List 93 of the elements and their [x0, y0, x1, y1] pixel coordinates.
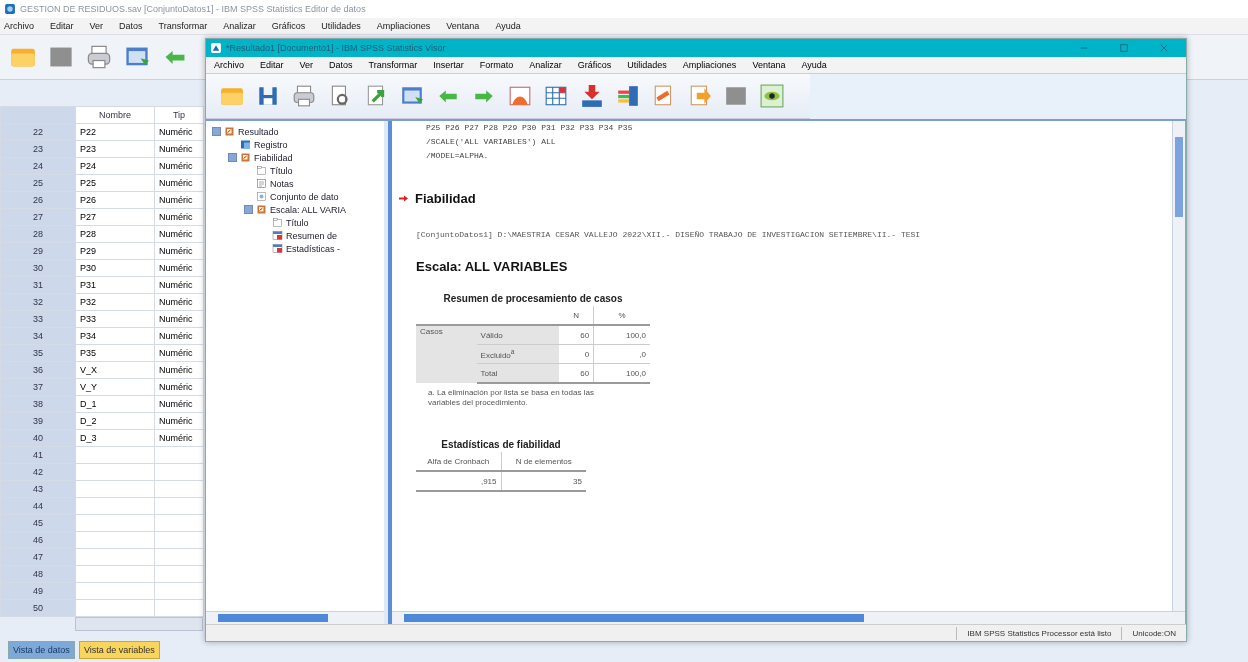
- menu-item[interactable]: Archivo: [4, 21, 34, 31]
- menu-item[interactable]: Transformar: [158, 21, 208, 31]
- log-icon: [240, 139, 251, 150]
- menu-item[interactable]: Analizar: [529, 60, 562, 70]
- color-bars-icon[interactable]: [616, 84, 640, 108]
- table-cell: ,915: [416, 471, 501, 491]
- horizontal-scrollbar[interactable]: [206, 611, 384, 624]
- menu-item[interactable]: Formato: [479, 60, 514, 70]
- arrow-icon[interactable]: [398, 193, 409, 204]
- syntax-line: /SCALE('ALL VARIABLES') ALL: [425, 136, 557, 148]
- column-header[interactable]: Tip: [154, 106, 204, 124]
- menu-item[interactable]: Transformar: [368, 60, 418, 70]
- menu-item[interactable]: Gráficos: [577, 60, 612, 70]
- dataset-path: [ConjuntoDatos1] D:\MAESTRIA CESAR VALLEJO 2022\XII.- DISEÑO TRABAJO DE INVESTIGACION SETIEMBRE\II.- TESI: [416, 230, 922, 239]
- table-cell: ,0: [593, 344, 650, 364]
- outline-item[interactable]: Título: [270, 165, 293, 176]
- menu-item[interactable]: Ayuda: [801, 60, 827, 70]
- column-header[interactable]: Nombre: [75, 106, 155, 124]
- table-cell: 60: [559, 363, 594, 383]
- grid-icon[interactable]: [544, 84, 568, 108]
- window-title: *Resultado1 [Documento1] - IBM SPSS Statistics Visor: [226, 43, 446, 53]
- app-icon[interactable]: [210, 42, 222, 54]
- save-icon[interactable]: [256, 84, 280, 108]
- menu-item[interactable]: Analizar: [223, 21, 256, 31]
- chart-icon[interactable]: [508, 84, 532, 108]
- outline-item[interactable]: Notas: [270, 178, 294, 189]
- menu-item[interactable]: Ampliaciones: [682, 60, 737, 70]
- syntax-line: P25 P26 P27 P28 P29 P30 P31 P32 P33 P34 P35: [425, 122, 634, 134]
- eye-icon[interactable]: [760, 84, 784, 108]
- close-icon[interactable]: [1158, 42, 1170, 54]
- column-header: Alfa de Cronbach: [416, 452, 501, 471]
- maximize-icon[interactable]: [1118, 42, 1130, 54]
- outline-item[interactable]: Conjunto de dato: [270, 191, 339, 202]
- subsection-heading: Escala: ALL VARIABLES: [416, 259, 569, 274]
- book-icon: [256, 204, 267, 215]
- view-tab[interactable]: Vista de variables: [78, 641, 160, 659]
- menu-item[interactable]: Ventana: [752, 60, 786, 70]
- table-cell: 60: [559, 325, 594, 345]
- menu-item[interactable]: Ventana: [446, 21, 480, 31]
- outline-item[interactable]: Resultado: [238, 126, 279, 137]
- menu-item[interactable]: Ayuda: [495, 21, 521, 31]
- menu-item[interactable]: Gráficos: [271, 21, 306, 31]
- title-icon: [256, 165, 267, 176]
- dataset-icon: [256, 191, 267, 202]
- outline-item[interactable]: Registro: [254, 139, 288, 150]
- menu-item[interactable]: Ver: [89, 21, 104, 31]
- table-icon: [272, 230, 283, 241]
- table-title: Resumen de procesamiento de casos: [442, 292, 624, 306]
- print-icon[interactable]: [86, 44, 112, 70]
- outline-item[interactable]: Fiabilidad: [254, 152, 293, 163]
- print-icon[interactable]: [292, 84, 316, 108]
- view-tab[interactable]: Vista de datos: [8, 641, 75, 659]
- section-heading: Fiabilidad: [415, 191, 476, 206]
- table-cell: 35: [501, 471, 586, 491]
- table-title: Estadísticas de fiabilidad: [440, 438, 562, 452]
- outline-item[interactable]: Escala: ALL VARIA: [270, 204, 347, 215]
- title-icon: [272, 217, 283, 228]
- app-icon[interactable]: [4, 3, 16, 15]
- menu-item[interactable]: Editar: [260, 60, 284, 70]
- menu-item[interactable]: Editar: [50, 21, 74, 31]
- column-header: N: [559, 306, 594, 325]
- outline-item[interactable]: Estadísticas -: [286, 243, 341, 254]
- column-header: N de elementos: [501, 452, 586, 471]
- status-text: Unicode:ON: [1121, 626, 1186, 640]
- status-text: IBM SPSS Statistics Processor está listo: [956, 626, 1122, 640]
- window-title: GESTION DE RESIDUOS.sav [ConjuntoDatos1] - IBM SPSS Statistics Editor de datos: [20, 4, 366, 14]
- table-cell: 0: [559, 344, 594, 364]
- book-icon: [240, 152, 251, 163]
- table-cell: 100,0: [593, 363, 650, 383]
- menu-item[interactable]: Insertar: [433, 60, 464, 70]
- menu-item[interactable]: Datos: [329, 60, 353, 70]
- horizontal-scrollbar[interactable]: [392, 611, 1185, 624]
- document-arrow-icon[interactable]: [688, 84, 712, 108]
- vertical-scrollbar[interactable]: [1172, 121, 1185, 611]
- menu-item[interactable]: Utilidades: [627, 60, 667, 70]
- column-header: %: [593, 306, 650, 325]
- menu-item[interactable]: Archivo: [214, 60, 244, 70]
- table-footnote: a. La eliminación por lista se basa en todas las variables del procedimiento.: [427, 388, 595, 408]
- horizontal-scrollbar[interactable]: [75, 617, 203, 631]
- menu-item[interactable]: Ver: [299, 60, 314, 70]
- blank-tool-icon[interactable]: [724, 84, 748, 108]
- table-cell: 100,0: [593, 325, 650, 345]
- syntax-line: /MODEL=ALPHA.: [425, 150, 490, 162]
- row-group-label: Casos: [416, 325, 477, 383]
- table-icon: [272, 243, 283, 254]
- menu-item[interactable]: Utilidades: [321, 21, 361, 31]
- menu-item[interactable]: Ampliaciones: [376, 21, 431, 31]
- insert-down-icon[interactable]: [580, 84, 604, 108]
- menu-item[interactable]: Datos: [119, 21, 143, 31]
- outline-item[interactable]: Título: [286, 217, 309, 228]
- outline-item[interactable]: Resumen de: [286, 230, 338, 241]
- book-icon: [224, 126, 235, 137]
- notes-icon: [256, 178, 267, 189]
